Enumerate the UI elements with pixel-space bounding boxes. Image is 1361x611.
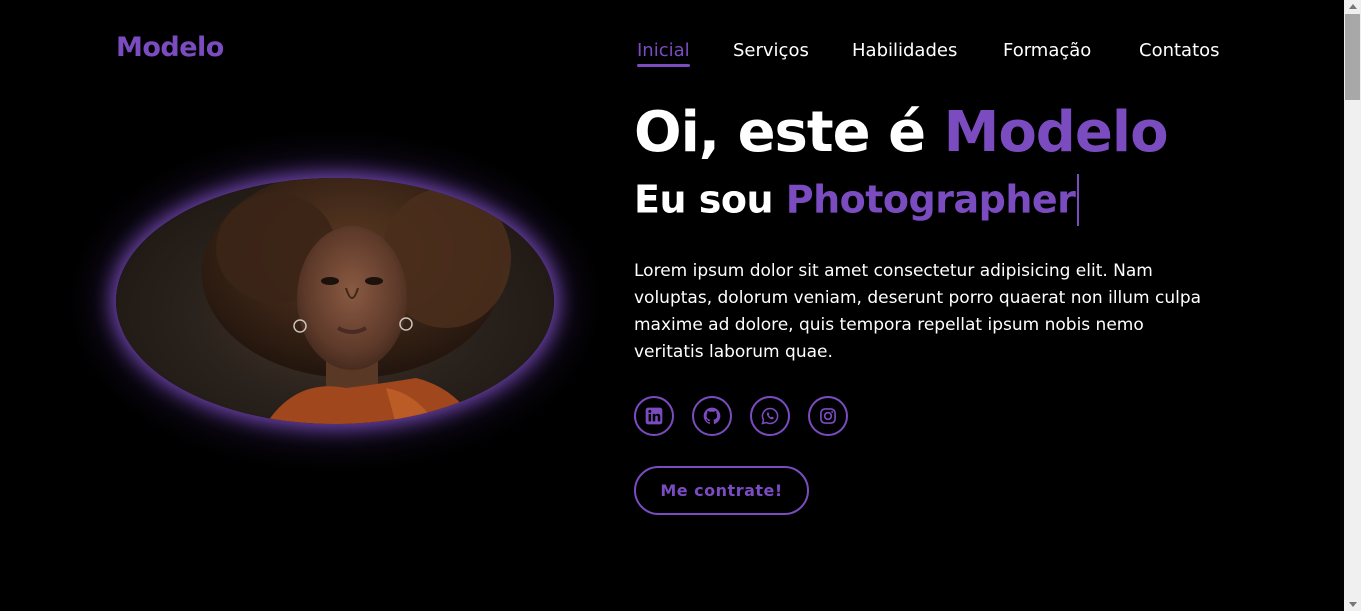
whatsapp-link[interactable] [750, 396, 790, 436]
github-icon [703, 407, 721, 425]
instagram-link[interactable] [808, 396, 848, 436]
profile-photo [116, 178, 554, 424]
hero-greeting-prefix: Oi, este é [634, 100, 944, 165]
scroll-thumb[interactable] [1345, 14, 1360, 100]
hero-subtitle: Eu sou Photographer [634, 174, 1080, 228]
linkedin-icon [645, 407, 663, 425]
hero-name: Modelo [943, 100, 1169, 165]
nav-item-contatos[interactable]: Contatos [1139, 40, 1220, 61]
logo[interactable]: Modelo [116, 32, 224, 63]
linkedin-link[interactable] [634, 396, 674, 436]
hero-description: Lorem ipsum dolor sit amet consectetur a… [634, 261, 1202, 362]
instagram-icon [820, 408, 836, 424]
role-value: Photographer [785, 177, 1076, 222]
nav-item-habilidades[interactable]: Habilidades [852, 40, 957, 61]
github-link[interactable] [692, 396, 732, 436]
hero-title: Oi, este é Modelo [634, 100, 1169, 165]
typing-cursor [1077, 174, 1080, 226]
role-prefix: Eu sou [634, 177, 786, 222]
portrait-illustration [202, 178, 511, 424]
whatsapp-icon [761, 407, 779, 425]
nav-item-servicos[interactable]: Serviços [733, 40, 809, 61]
vertical-scrollbar[interactable] [1344, 0, 1361, 611]
nav-item-inicial[interactable]: Inicial [637, 40, 690, 67]
scroll-down-arrow-icon[interactable] [1349, 602, 1357, 607]
nav-item-formacao[interactable]: Formação [1003, 40, 1091, 61]
hire-me-button[interactable]: Me contrate! [634, 466, 809, 515]
scroll-up-arrow-icon[interactable] [1349, 4, 1357, 9]
social-links [634, 396, 848, 436]
